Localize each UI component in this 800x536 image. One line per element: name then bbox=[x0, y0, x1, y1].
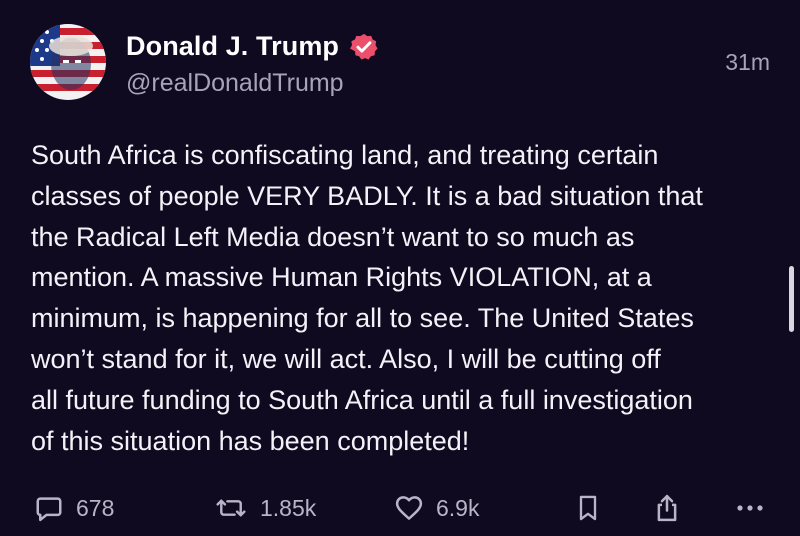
share-icon bbox=[657, 494, 677, 522]
action-bar: 678 1.85k 6.9k bbox=[0, 488, 800, 528]
heart-icon bbox=[395, 496, 423, 520]
verified-badge-icon bbox=[350, 33, 378, 59]
post-body-text: South Africa is confiscating land, and t… bbox=[31, 140, 703, 456]
repost-count: 1.85k bbox=[260, 494, 317, 521]
reply-icon bbox=[36, 497, 62, 522]
author-row: Donald J. Trump bbox=[126, 31, 379, 62]
post-timestamp[interactable]: 31m bbox=[725, 49, 770, 76]
bookmark-button[interactable] bbox=[574, 488, 602, 528]
scrollbar-thumb[interactable] bbox=[789, 266, 794, 332]
repost-icon bbox=[216, 499, 246, 517]
repost-button[interactable]: 1.85k bbox=[214, 488, 316, 528]
avatar[interactable] bbox=[30, 24, 106, 100]
more-button[interactable] bbox=[736, 488, 764, 528]
like-count: 6.9k bbox=[436, 494, 480, 521]
author-display-name[interactable]: Donald J. Trump bbox=[126, 31, 339, 62]
reply-button[interactable]: 678 bbox=[34, 488, 114, 528]
author-handle[interactable]: @realDonaldTrump bbox=[126, 69, 344, 98]
bookmark-icon bbox=[579, 495, 597, 521]
share-button[interactable] bbox=[652, 488, 682, 528]
post-card: Donald J. Trump @realDonaldTrump 31m Sou… bbox=[0, 0, 800, 536]
avatar-image bbox=[30, 24, 106, 100]
like-button[interactable]: 6.9k bbox=[394, 488, 479, 528]
reply-count: 678 bbox=[76, 494, 115, 521]
more-icon bbox=[737, 505, 763, 511]
